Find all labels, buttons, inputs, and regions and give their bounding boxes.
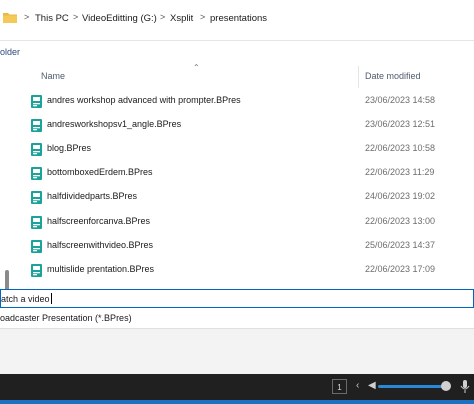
- file-row[interactable]: halfscreenforcanva.BPres 22/06/2023 13:00: [26, 211, 474, 233]
- text-caret: [50, 293, 52, 304]
- file-type-select[interactable]: oadcaster Presentation (*.BPres): [0, 310, 474, 329]
- toolbar: older: [0, 40, 474, 63]
- page-number-box[interactable]: 1: [332, 379, 347, 394]
- file-row[interactable]: halfdividedparts.BPres 24/06/2023 19:02: [26, 186, 474, 208]
- new-folder-button[interactable]: older: [0, 47, 20, 57]
- column-header-name[interactable]: Name: [41, 71, 65, 81]
- bpres-file-icon: [31, 95, 42, 108]
- volume-slider-knob[interactable]: [441, 381, 451, 391]
- file-date-modified: 22/06/2023 13:00: [365, 216, 436, 226]
- media-player-bar: 1 ‹ ◀: [0, 374, 474, 400]
- file-name-value: atch a video: [1, 294, 50, 304]
- file-name: andresworkshopsv1_angle.BPres: [47, 119, 182, 129]
- address-bar[interactable]: > This PC > VideoEditting (G:) > Xsplit …: [0, 0, 474, 38]
- volume-slider-track[interactable]: [378, 385, 446, 388]
- breadcrumb-chevron-icon: >: [160, 12, 166, 22]
- file-name: multislide prentation.BPres: [47, 264, 155, 274]
- file-name-field[interactable]: atch a video: [0, 289, 474, 308]
- column-divider[interactable]: [358, 66, 359, 88]
- breadcrumb-chevron-icon: >: [24, 12, 30, 22]
- breadcrumb-chevron-icon: >: [73, 12, 79, 22]
- breadcrumb-chevron-icon: >: [200, 12, 206, 22]
- file-date-modified: 25/06/2023 14:37: [365, 240, 436, 250]
- sort-ascending-icon: ⌃: [193, 63, 200, 72]
- microphone-icon[interactable]: [460, 380, 470, 394]
- file-type-value: oadcaster Presentation (*.BPres): [0, 313, 132, 323]
- file-date-modified: 22/06/2023 10:58: [365, 143, 436, 153]
- column-header-date-modified[interactable]: Date modified: [365, 71, 421, 81]
- breadcrumb-presentations[interactable]: presentations: [210, 13, 267, 24]
- bpres-file-icon: [31, 240, 42, 253]
- folder-icon: [3, 13, 17, 23]
- file-row[interactable]: andres workshop advanced with prompter.B…: [26, 90, 474, 112]
- bpres-file-icon: [31, 264, 42, 277]
- file-name: halfscreenforcanva.BPres: [47, 216, 151, 226]
- file-date-modified: 22/06/2023 11:29: [365, 167, 435, 177]
- file-row[interactable]: bottomboxedErdem.BPres 22/06/2023 11:29: [26, 162, 474, 184]
- file-date-modified: 22/06/2023 17:09: [365, 264, 436, 274]
- chevron-left-icon[interactable]: ‹: [356, 380, 359, 392]
- bpres-file-icon: [31, 216, 42, 229]
- file-date-modified: 24/06/2023 19:02: [365, 191, 436, 201]
- dialog-footer: [0, 329, 474, 374]
- file-name: andres workshop advanced with prompter.B…: [47, 95, 241, 105]
- file-name: halfscreenwithvideo.BPres: [47, 240, 154, 250]
- file-row[interactable]: multislide prentation.BPres 22/06/2023 17…: [26, 259, 474, 281]
- file-row[interactable]: andresworkshopsv1_angle.BPres 23/06/2023 …: [26, 114, 474, 136]
- file-row[interactable]: halfscreenwithvideo.BPres 25/06/2023 14:3…: [26, 235, 474, 257]
- taskbar-accent-line: [0, 400, 474, 404]
- bpres-file-icon: [31, 191, 42, 204]
- file-row[interactable]: blog.BPres 22/06/2023 10:58: [26, 138, 474, 160]
- breadcrumb-drive[interactable]: VideoEditting (G:): [82, 13, 157, 24]
- bpres-file-icon: [31, 167, 42, 180]
- breadcrumb-this-pc[interactable]: This PC: [35, 13, 69, 24]
- file-list: ⌃ Name Date modified andres workshop adv…: [0, 62, 474, 308]
- file-name: bottomboxedErdem.BPres: [47, 167, 153, 177]
- file-date-modified: 23/06/2023 12:51: [365, 119, 436, 129]
- audio-icon[interactable]: ◀: [368, 380, 376, 392]
- bpres-file-icon: [31, 119, 42, 132]
- bpres-file-icon: [31, 143, 42, 156]
- file-name: halfdividedparts.BPres: [47, 191, 138, 201]
- file-date-modified: 23/06/2023 14:58: [365, 95, 436, 105]
- breadcrumb-xsplit[interactable]: Xsplit: [170, 13, 193, 24]
- file-name: blog.BPres: [47, 143, 92, 153]
